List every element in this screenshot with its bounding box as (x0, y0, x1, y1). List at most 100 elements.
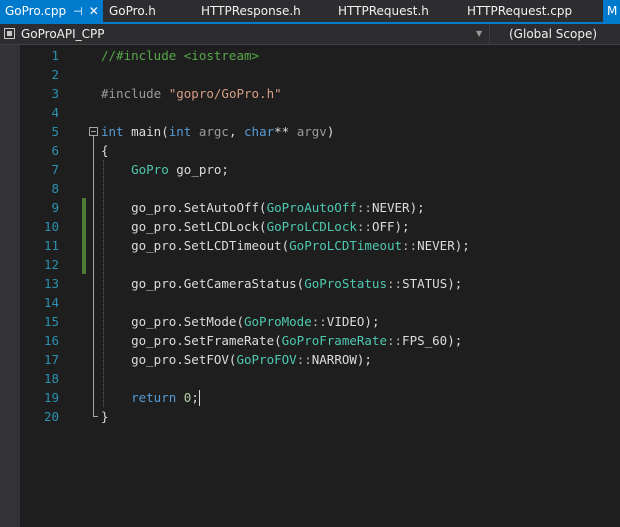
code-token: int (168, 124, 192, 139)
line-number: 5 (51, 124, 59, 139)
code-token: return (131, 390, 177, 405)
code-token: ; (191, 390, 199, 405)
line-number: 6 (51, 143, 59, 158)
line-number: 10 (43, 219, 59, 234)
line-number: 3 (51, 86, 59, 101)
tab-label: M (607, 4, 618, 18)
code-token: GoProStatus (304, 276, 387, 291)
code-line: { (101, 141, 109, 160)
code-line: //#include <iostream> (101, 46, 259, 65)
code-line: } (101, 407, 109, 426)
tab-overflow[interactable]: M (603, 0, 620, 22)
document-tab-strip: GoPro.cpp ⊣ ✕ GoPro.h HTTPResponse.h HTTPR… (0, 0, 620, 24)
code-line: go_pro.SetLCDLock(GoProLCDLock::OFF); (101, 217, 410, 236)
fold-end (93, 416, 98, 417)
tab-httpresponse-h[interactable]: HTTPResponse.h (201, 0, 301, 22)
line-number: 20 (43, 409, 59, 424)
code-token: NARROW); (311, 352, 372, 367)
tab-label: GoPro.h (109, 4, 156, 18)
code-line: go_pro.SetFrameRate(GoProFrameRate::FPS_… (101, 331, 462, 350)
code-line: go_pro.SetMode(GoProMode::VIDEO); (101, 312, 379, 331)
navigation-bar: GoProAPI_CPP ▼ (Global Scope) (0, 24, 620, 45)
code-token: go_pro; (168, 162, 229, 177)
code-token: } (101, 409, 109, 424)
chevron-down-icon[interactable]: ▼ (476, 24, 482, 44)
scope-label: (Global Scope) (509, 27, 598, 41)
indent-guide (103, 160, 104, 407)
tab-label: GoPro.cpp (5, 4, 67, 18)
code-token: :: (311, 314, 327, 329)
line-number: 17 (43, 352, 59, 367)
code-token: , (228, 124, 245, 139)
code-line: go_pro.SetFOV(GoProFOV::NARROW); (101, 350, 372, 369)
code-token: //#include <iostream> (101, 48, 260, 63)
close-icon[interactable]: ✕ (89, 0, 99, 22)
line-number: 2 (51, 67, 59, 82)
code-token: :: (402, 238, 418, 253)
line-number: 4 (51, 105, 59, 120)
code-token: int (101, 124, 124, 139)
code-line: int main(int argc, char** argv) (101, 122, 334, 141)
text-caret (198, 390, 200, 406)
code-token: go_pro.SetLCDTimeout( (101, 238, 290, 253)
code-editor[interactable]: 1 2 3 4 5 6 7 8 9 10 11 12 13 14 15 16 17 18 19 20 //#inclu… (0, 45, 620, 527)
code-line: #include "gopro/GoPro.h" (101, 84, 282, 103)
collapse-icon[interactable] (89, 127, 98, 136)
line-number: 8 (51, 181, 59, 196)
tab-label: HTTPResponse.h (201, 4, 301, 18)
code-token: GoProAutoOff (266, 200, 357, 215)
code-token: GoProMode (244, 314, 312, 329)
code-line: go_pro.SetLCDTimeout(GoProLCDTimeout::NE… (101, 236, 470, 255)
code-token: NEVER); (371, 200, 425, 215)
line-number: 15 (43, 314, 59, 329)
code-token: STATUS); (402, 276, 463, 291)
tab-httprequest-h[interactable]: HTTPRequest.h (338, 0, 429, 22)
code-token: GoProLCDLock (266, 219, 357, 234)
line-number: 9 (51, 200, 59, 215)
line-number: 13 (43, 276, 59, 291)
project-icon (4, 28, 15, 39)
line-number-gutter: 1 2 3 4 5 6 7 8 9 10 11 12 13 14 15 16 17 18 19 20 (20, 45, 85, 527)
code-token: argc (198, 124, 229, 139)
fold-guide (93, 136, 94, 416)
code-token: "gopro/GoPro.h" (168, 86, 282, 101)
code-token: #include (101, 86, 169, 101)
code-token: char (244, 124, 275, 139)
code-token: go_pro.GetCameraStatus( (101, 276, 305, 291)
code-token: VIDEO); (326, 314, 380, 329)
code-token: OFF); (371, 219, 410, 234)
code-token: FPS_60); (402, 333, 463, 348)
code-token: :: (356, 219, 372, 234)
code-token: go_pro.SetFOV( (101, 352, 237, 367)
line-number: 16 (43, 333, 59, 348)
code-token: ** (274, 124, 297, 139)
code-token: ) (326, 124, 335, 139)
line-number: 7 (51, 162, 59, 177)
scope-dropdown[interactable]: (Global Scope) (491, 24, 620, 44)
line-number: 12 (43, 257, 59, 272)
line-number: 19 (43, 390, 59, 405)
tab-gopro-cpp[interactable]: GoPro.cpp ⊣ ✕ (0, 0, 103, 22)
tab-label: HTTPRequest.h (338, 4, 429, 18)
tab-gopro-h[interactable]: GoPro.h (109, 0, 156, 22)
code-token: GoProLCDTimeout (289, 238, 403, 253)
project-dropdown[interactable]: GoProAPI_CPP ▼ (0, 24, 490, 44)
pin-icon[interactable]: ⊣ (73, 1, 83, 23)
code-token: go_pro.SetAutoOff( (101, 200, 267, 215)
code-line: return 0; (101, 388, 199, 407)
code-token: go_pro.SetFrameRate( (101, 333, 282, 348)
tab-httprequest-cpp[interactable]: HTTPRequest.cpp (467, 0, 572, 22)
code-line: go_pro.SetAutoOff(GoProAutoOff::NEVER); (101, 198, 425, 217)
project-label: GoProAPI_CPP (21, 27, 105, 41)
code-token: GoProFOV (236, 352, 297, 367)
code-token: { (101, 143, 109, 158)
code-token: :: (387, 276, 403, 291)
code-token: GoPro (131, 162, 169, 177)
indicator-margin (0, 45, 20, 527)
code-line: GoPro go_pro; (101, 160, 229, 179)
code-token: go_pro.SetMode( (101, 314, 244, 329)
